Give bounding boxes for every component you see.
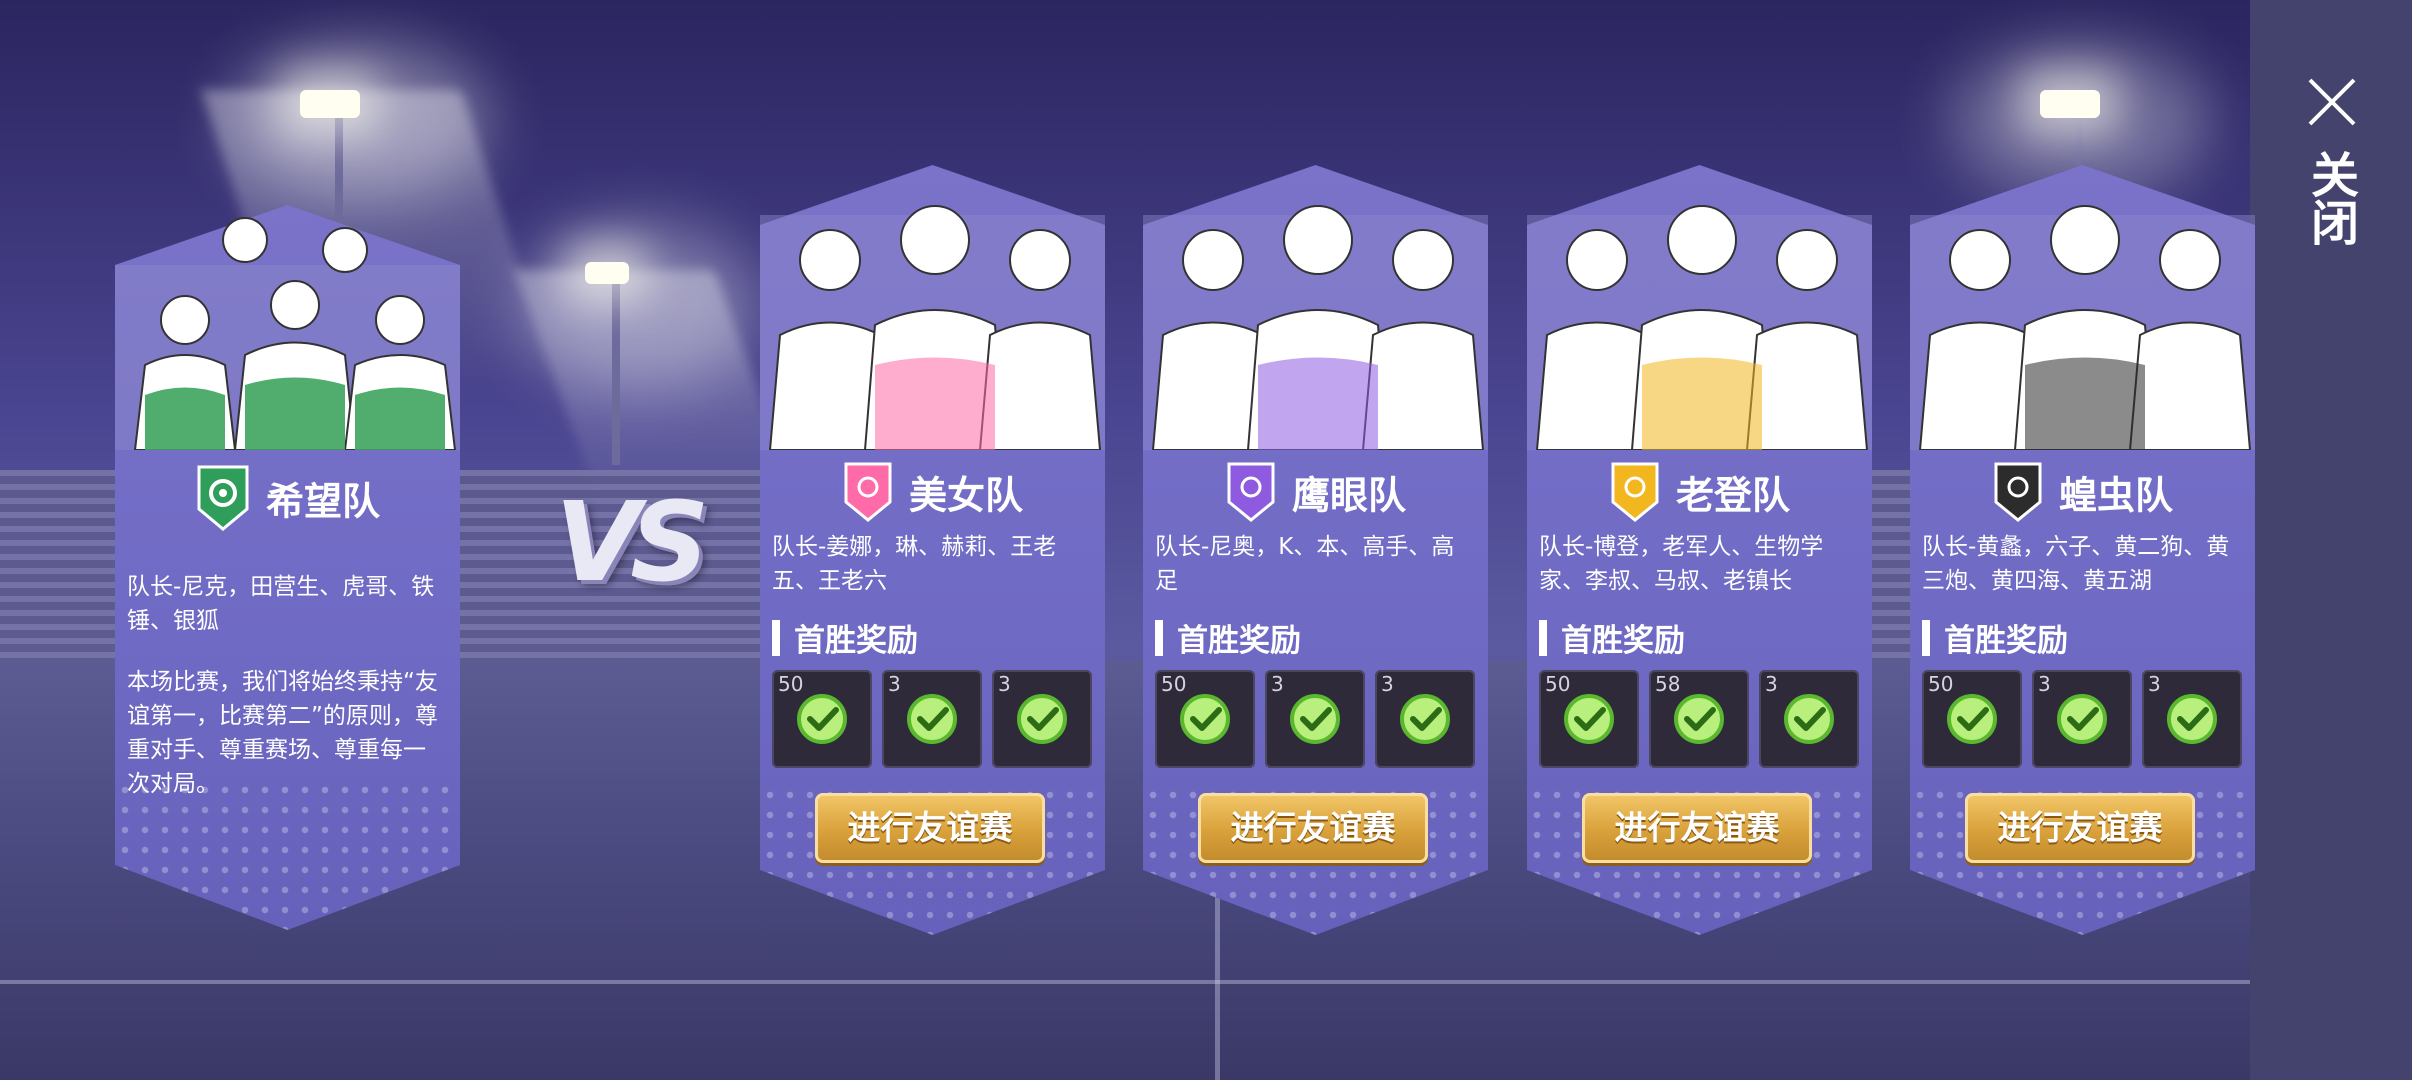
team-card: 美女队 队长-姜娜，琳、赫莉、王老五、王老六 首胜奖励 50 3 3 进行友谊赛 xyxy=(760,165,1105,935)
team-card: 老登队 队长-博登，老军人、生物学家、李叔、马叔、老镇长 首胜奖励 50 58 xyxy=(1527,165,1872,935)
friendly-match-button[interactable]: 进行友谊赛 xyxy=(1965,793,2195,863)
home-team-name: 希望队 xyxy=(266,479,381,524)
reward-slot[interactable]: 50 xyxy=(1155,670,1255,768)
reward-slot[interactable]: 58 xyxy=(1649,670,1749,768)
friendly-match-button[interactable]: 进行友谊赛 xyxy=(1582,793,1812,863)
team-badge-icon xyxy=(1994,462,2042,522)
home-team-badge-icon xyxy=(197,465,249,531)
team-badge-icon xyxy=(844,462,892,522)
reward-slot[interactable]: 50 xyxy=(772,670,872,768)
reward-title-bar xyxy=(1155,619,1163,656)
reward-slot[interactable]: 50 xyxy=(1922,670,2022,768)
team-card: 鹰眼队 队长-尼奥，K、本、高手、高足 首胜奖励 50 3 3 进行友谊赛 xyxy=(1143,165,1488,935)
first-win-reward-title: 首胜奖励 xyxy=(1539,615,1685,660)
vs-label: VS xyxy=(555,478,709,606)
team-badge-icon xyxy=(1227,462,1275,522)
team-card: 蝗虫队 队长-黄蠡，六子、黄二狗、黄三炮、黄四海、黄五湖 首胜奖励 50 3 3… xyxy=(1910,165,2255,935)
reward-title-bar xyxy=(1539,619,1547,656)
first-win-reward-title: 首胜奖励 xyxy=(1922,615,2068,660)
reward-count: 3 xyxy=(888,672,901,696)
friendly-match-button[interactable]: 进行友谊赛 xyxy=(815,793,1045,863)
reward-title-bar xyxy=(1922,619,1930,656)
reward-slot[interactable]: 3 xyxy=(1375,670,1475,768)
friendly-match-button[interactable]: 进行友谊赛 xyxy=(1198,793,1428,863)
reward-slot[interactable]: 3 xyxy=(2142,670,2242,768)
team-name: 鹰眼队 xyxy=(1292,473,1407,518)
reward-title-text: 首胜奖励 xyxy=(1944,623,2068,659)
close-label[interactable]: 关闭 xyxy=(2302,150,2359,246)
reward-count: 3 xyxy=(2038,672,2051,696)
team-players-illustration xyxy=(1527,205,1872,450)
close-x-icon xyxy=(2308,78,2356,126)
reward-slots: 50 3 3 xyxy=(1155,670,1477,770)
check-circle-icon xyxy=(1400,694,1450,744)
reward-slot[interactable]: 3 xyxy=(1759,670,1859,768)
team-members: 队长-黄蠡，六子、黄二狗、黄三炮、黄四海、黄五湖 xyxy=(1922,534,2230,594)
check-circle-icon xyxy=(1947,694,1997,744)
team-name: 美女队 xyxy=(909,473,1024,518)
reward-count: 3 xyxy=(998,672,1011,696)
team-name: 蝗虫队 xyxy=(2059,473,2174,518)
reward-count: 3 xyxy=(1271,672,1284,696)
team-players-illustration xyxy=(1910,205,2255,450)
reward-count: 3 xyxy=(2148,672,2161,696)
team-players-illustration xyxy=(1143,205,1488,450)
home-team-players-illustration xyxy=(115,217,460,450)
reward-title-text: 首胜奖励 xyxy=(794,623,918,659)
team-members: 队长-尼奥，K、本、高手、高足 xyxy=(1155,534,1455,594)
reward-slot[interactable]: 3 xyxy=(1265,670,1365,768)
check-circle-icon xyxy=(1784,694,1834,744)
team-members: 队长-博登，老军人、生物学家、李叔、马叔、老镇长 xyxy=(1539,534,1824,594)
reward-count: 3 xyxy=(1765,672,1778,696)
check-circle-icon xyxy=(1674,694,1724,744)
check-circle-icon xyxy=(1180,694,1230,744)
reward-slots: 50 3 3 xyxy=(1922,670,2244,770)
home-team-card: 希望队 队长-尼克，田营生、虎哥、铁锤、银狐 本场比赛，我们将始终秉持“友谊第一… xyxy=(115,205,460,930)
check-circle-icon xyxy=(2057,694,2107,744)
reward-count: 3 xyxy=(1381,672,1394,696)
check-circle-icon xyxy=(1017,694,1067,744)
check-circle-icon xyxy=(2167,694,2217,744)
reward-title-bar xyxy=(772,619,780,656)
check-circle-icon xyxy=(797,694,847,744)
reward-title-text: 首胜奖励 xyxy=(1561,623,1685,659)
reward-slot[interactable]: 3 xyxy=(2032,670,2132,768)
home-team-description: 本场比赛，我们将始终秉持“友谊第一，比赛第二”的原则，尊重对手、尊重赛场、尊重每… xyxy=(127,669,438,797)
reward-slot[interactable]: 3 xyxy=(992,670,1092,768)
team-badge-icon xyxy=(1611,462,1659,522)
check-circle-icon xyxy=(907,694,957,744)
home-team-members: 队长-尼克，田营生、虎哥、铁锤、银狐 xyxy=(127,574,435,634)
reward-title-text: 首胜奖励 xyxy=(1177,623,1301,659)
check-circle-icon xyxy=(1290,694,1340,744)
team-members: 队长-姜娜，琳、赫莉、王老五、王老六 xyxy=(772,534,1057,594)
first-win-reward-title: 首胜奖励 xyxy=(772,615,918,660)
reward-slots: 50 3 3 xyxy=(772,670,1094,770)
reward-slot[interactable]: 3 xyxy=(882,670,982,768)
close-button[interactable] xyxy=(2300,70,2364,134)
reward-slot[interactable]: 50 xyxy=(1539,670,1639,768)
team-players-illustration xyxy=(760,205,1105,450)
first-win-reward-title: 首胜奖励 xyxy=(1155,615,1301,660)
team-name: 老登队 xyxy=(1676,473,1791,518)
reward-slots: 50 58 3 xyxy=(1539,670,1861,770)
check-circle-icon xyxy=(1564,694,1614,744)
